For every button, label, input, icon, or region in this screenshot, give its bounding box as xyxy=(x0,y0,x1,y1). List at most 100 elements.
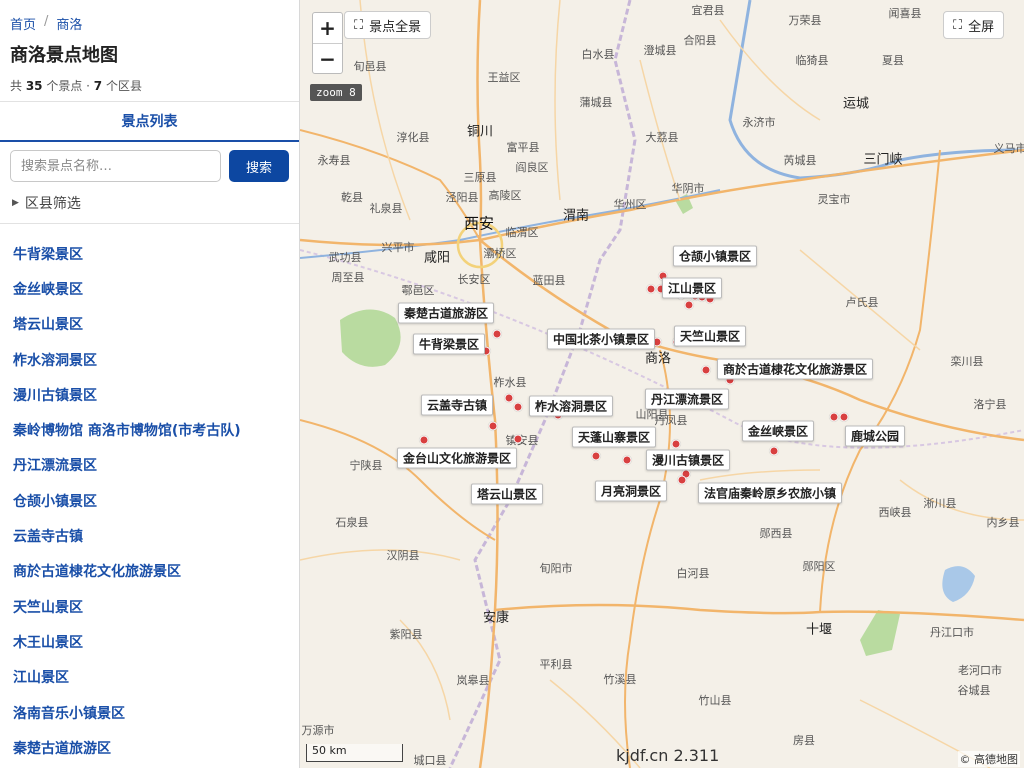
list-item[interactable]: 柞水溶洞景区 xyxy=(0,342,299,377)
place-label: 紫阳县 xyxy=(389,628,423,641)
place-label: 淳化县 xyxy=(396,131,430,144)
place-label: 万荣县 xyxy=(788,14,822,27)
spot-callout-label[interactable]: 商於古道棣花文化旅游景区 xyxy=(716,358,874,380)
place-label: 西峡县 xyxy=(878,506,912,519)
spot-marker[interactable] xyxy=(839,412,849,422)
spot-marker[interactable] xyxy=(488,421,498,431)
list-item[interactable]: 金丝峡景区 xyxy=(0,271,299,306)
spot-marker[interactable] xyxy=(513,434,523,444)
place-label: 石泉县 xyxy=(335,516,369,529)
place-label: 蓝田县 xyxy=(532,274,566,287)
place-label: 阎良区 xyxy=(515,161,549,174)
spot-marker[interactable] xyxy=(419,435,429,445)
place-label: 淅川县 xyxy=(923,497,957,510)
list-item[interactable]: 洛南音乐小镇景区 xyxy=(0,695,299,730)
spot-callout-label[interactable]: 牛背梁景区 xyxy=(412,333,486,355)
spot-callout-label[interactable]: 天蓬山寨景区 xyxy=(571,426,657,448)
expand-triangle-icon: ▶ xyxy=(12,197,19,208)
tab-spot-list[interactable]: 景点列表 xyxy=(122,111,178,131)
place-label: 白河县 xyxy=(676,567,710,580)
place-label: 内乡县 xyxy=(986,516,1020,529)
list-item[interactable]: 云盖寺古镇 xyxy=(0,518,299,553)
district-filter-toggle[interactable]: ▶ 区县筛选 xyxy=(0,182,299,224)
fullscreen-button-label: 全屏 xyxy=(968,19,995,35)
place-label: 白水县 xyxy=(581,48,615,61)
list-item[interactable]: 丹江漂流景区 xyxy=(0,448,299,483)
list-item[interactable]: 商於古道棣花文化旅游景区 xyxy=(0,554,299,589)
spot-callout-label[interactable]: 云盖寺古镇 xyxy=(420,394,494,416)
spot-callout-label[interactable]: 中国北茶小镇景区 xyxy=(546,328,656,350)
spot-callout-label[interactable]: 法官庙秦岭原乡农旅小镇 xyxy=(697,482,843,504)
spot-callout-label[interactable]: 金丝峡景区 xyxy=(741,420,815,442)
place-label: 运城 xyxy=(842,96,870,112)
sidebar-header: 首页 / 商洛 商洛景点地图 共 35 个景点 · 7 个区县 xyxy=(0,0,299,102)
place-label: 永济市 xyxy=(742,116,776,129)
spot-marker[interactable] xyxy=(622,455,632,465)
spot-marker[interactable] xyxy=(684,300,694,310)
list-item[interactable]: 漫川古镇景区 xyxy=(0,377,299,412)
spot-callout-label[interactable]: 仓颉小镇景区 xyxy=(672,245,758,267)
list-item[interactable]: 塔云山景区 xyxy=(0,307,299,342)
spot-callout-label[interactable]: 天竺山景区 xyxy=(673,325,747,347)
list-item[interactable]: 木王山景区 xyxy=(0,624,299,659)
place-label: 永寿县 xyxy=(317,154,351,167)
spot-marker[interactable] xyxy=(671,439,681,449)
spot-marker[interactable] xyxy=(492,329,502,339)
list-item[interactable]: 江山景区 xyxy=(0,660,299,695)
spot-marker[interactable] xyxy=(513,402,523,412)
place-label: 兴平市 xyxy=(381,241,415,254)
place-label: 栾川县 xyxy=(950,355,984,368)
map-view[interactable]: 旬邑县 铜川 淳化县 永寿县 乾县 礼泉县 三原县 富平县 阎良区 泾阳县 高陵区 蒲城县 白水县 澄城县… xyxy=(300,0,1024,768)
list-item[interactable]: 仓颉小镇景区 xyxy=(0,483,299,518)
spot-callout-label[interactable]: 塔云山景区 xyxy=(470,483,544,505)
list-item[interactable]: 秦楚古道旅游区 xyxy=(0,730,299,765)
place-label: 泾阳县 xyxy=(445,191,479,204)
place-label: 芮城县 xyxy=(783,154,817,167)
spot-marker[interactable] xyxy=(504,393,514,403)
place-label: 郧阳区 xyxy=(802,560,836,573)
place-label: 临猗县 xyxy=(795,54,829,67)
sidebar: 首页 / 商洛 商洛景点地图 共 35 个景点 · 7 个区县 景点列表 搜索 … xyxy=(0,0,300,768)
place-label: 十堰 xyxy=(805,622,833,638)
spot-marker[interactable] xyxy=(701,365,711,375)
search-button[interactable]: 搜索 xyxy=(229,150,289,182)
spot-callout-label[interactable]: 江山景区 xyxy=(661,277,723,299)
place-label: 大荔县 xyxy=(645,131,679,144)
place-label: 郧西县 xyxy=(759,527,793,540)
spot-callout-label[interactable]: 漫川古镇景区 xyxy=(645,449,731,471)
place-label: 竹山县 xyxy=(698,694,732,707)
spot-marker[interactable] xyxy=(646,284,656,294)
place-label: 富平县 xyxy=(506,141,540,154)
spot-callout-label[interactable]: 鹿城公园 xyxy=(844,425,906,447)
spot-callout-label[interactable]: 丹江漂流景区 xyxy=(644,388,730,410)
spot-marker[interactable] xyxy=(677,475,687,485)
zoom-in-button[interactable]: + xyxy=(313,13,342,43)
spot-marker[interactable] xyxy=(829,412,839,422)
spot-marker[interactable] xyxy=(591,451,601,461)
list-item[interactable]: 秦岭博物馆 商洛市博物馆(市考古队) xyxy=(0,412,299,447)
place-label: 华阴市 xyxy=(671,182,705,195)
breadcrumb-current-link[interactable]: 商洛 xyxy=(56,14,82,33)
spot-count: 35 xyxy=(25,79,43,93)
spot-callout-label[interactable]: 金台山文化旅游景区 xyxy=(396,447,518,469)
summary-mid: 个景点 · xyxy=(42,79,94,93)
spot-callout-label[interactable]: 秦楚古道旅游区 xyxy=(397,302,495,324)
spot-callout-label[interactable]: 月亮洞景区 xyxy=(594,480,668,502)
breadcrumb: 首页 / 商洛 xyxy=(10,14,289,33)
district-filter-label: 区县筛选 xyxy=(24,195,81,212)
map-base-layer xyxy=(300,0,1024,768)
spot-marker[interactable] xyxy=(769,446,779,456)
place-label: 乾县 xyxy=(341,191,363,204)
fullscreen-button[interactable]: ⛶ 全屏 xyxy=(943,11,1005,39)
zoom-out-button[interactable]: − xyxy=(313,43,342,73)
spot-callout-label[interactable]: 柞水溶洞景区 xyxy=(528,395,614,417)
place-label: 城口县 xyxy=(413,754,447,767)
expand-corners-icon: ⛶ xyxy=(354,17,364,33)
breadcrumb-home-link[interactable]: 首页 xyxy=(10,14,36,33)
search-input[interactable] xyxy=(10,150,221,182)
overview-button[interactable]: ⛶ 景点全景 xyxy=(344,11,432,39)
list-item[interactable]: 牛背梁景区 xyxy=(0,236,299,271)
zoom-level-badge: zoom 8 xyxy=(310,84,362,101)
place-label: 灞桥区 xyxy=(483,247,517,260)
list-item[interactable]: 天竺山景区 xyxy=(0,589,299,624)
